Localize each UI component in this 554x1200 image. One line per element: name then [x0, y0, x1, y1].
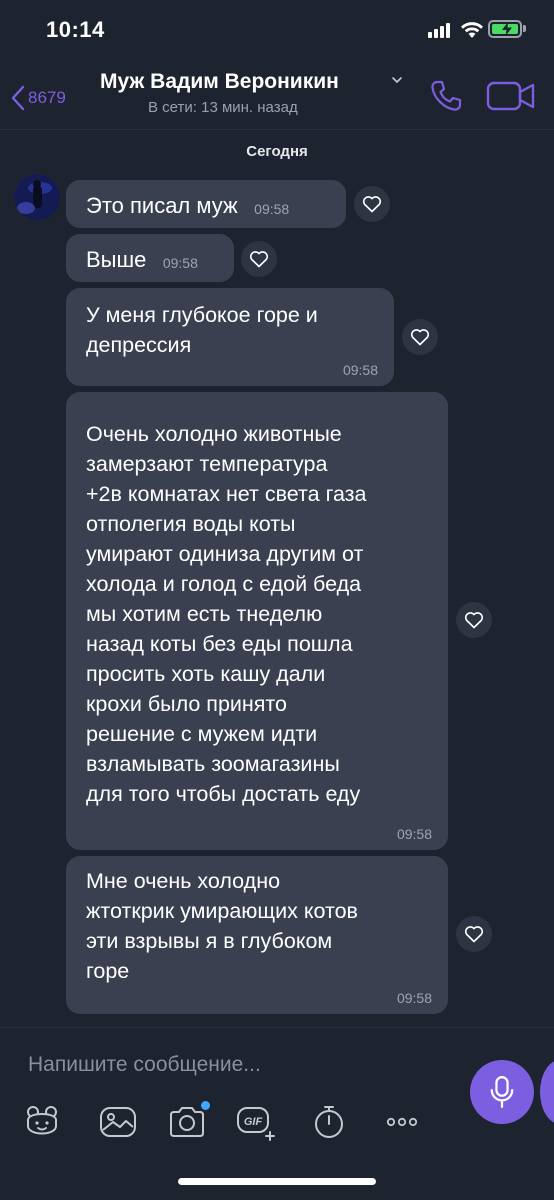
chevron-down-icon[interactable]	[391, 74, 403, 86]
message-bubble[interactable]: Очень холодно животные замерзают темпера…	[66, 392, 448, 850]
message-text: Выше	[86, 247, 147, 272]
gallery-icon[interactable]	[98, 1102, 138, 1142]
home-indicator[interactable]	[178, 1178, 376, 1185]
status-time: 10:14	[46, 17, 105, 42]
cellular-signal-icon	[428, 22, 454, 38]
microphone-icon	[490, 1076, 514, 1108]
message-bubble[interactable]: Мне очень холодно жтоткрик умирающих кот…	[66, 856, 448, 1014]
chevron-left-icon	[11, 85, 25, 111]
unread-count: 8679	[28, 88, 66, 107]
message-time: 09:58	[254, 200, 290, 217]
message-input[interactable]	[28, 1048, 448, 1082]
heart-icon	[464, 612, 484, 629]
battery-cap	[523, 25, 526, 32]
gif-icon[interactable]: GIF	[236, 1102, 276, 1142]
message-time: 09:58	[162, 254, 198, 271]
message-time: 09:58	[396, 990, 432, 1006]
heart-icon	[249, 251, 269, 268]
message-bubble[interactable]: Выше 09:58	[66, 234, 234, 282]
video-call-icon[interactable]	[486, 80, 536, 112]
sticker-icon[interactable]	[22, 1102, 62, 1142]
heart-icon	[362, 196, 382, 213]
message-bubble[interactable]: Это писал муж 09:58	[66, 180, 346, 228]
message-text: Мне очень холодно жтоткрик умирающих кот…	[86, 869, 358, 983]
like-button[interactable]	[456, 916, 492, 952]
wifi-icon	[461, 22, 483, 38]
contact-status: В сети: 13 мин. назад	[148, 99, 298, 116]
voice-message-button[interactable]	[470, 1060, 534, 1124]
like-button[interactable]	[354, 186, 390, 222]
like-button[interactable]	[402, 319, 438, 355]
message-text: Это писал муж	[86, 193, 238, 218]
composer: GIF	[0, 1027, 554, 1200]
status-bar: 10:14	[0, 0, 554, 58]
camera-notification-dot	[201, 1101, 210, 1110]
contact-name[interactable]: Муж Вадим Вероникин	[100, 70, 339, 94]
more-icon[interactable]	[382, 1102, 422, 1142]
svg-text:GIF: GIF	[244, 1116, 263, 1128]
send-options-button[interactable]	[540, 1060, 554, 1124]
like-button[interactable]	[241, 241, 277, 277]
timer-icon[interactable]	[309, 1102, 349, 1142]
heart-icon	[410, 329, 430, 346]
message-time: 09:58	[342, 362, 378, 378]
message-text: Очень холодно животные замерзают темпера…	[86, 422, 367, 806]
back-button[interactable]: 8679	[10, 84, 66, 112]
like-button[interactable]	[456, 602, 492, 638]
message-bubble[interactable]: У меня глубокое горе и депрессия 09:58	[66, 288, 394, 386]
battery-icon	[488, 20, 522, 38]
date-separator: Сегодня	[246, 143, 308, 160]
message-text: У меня глубокое горе и депрессия	[86, 303, 318, 357]
phone-icon[interactable]	[428, 78, 464, 114]
heart-icon	[464, 926, 484, 943]
contact-avatar[interactable]	[14, 174, 60, 220]
chat-header: 8679 Муж Вадим Вероникин В сети: 13 мин.…	[0, 58, 554, 130]
message-time: 09:58	[396, 826, 432, 842]
